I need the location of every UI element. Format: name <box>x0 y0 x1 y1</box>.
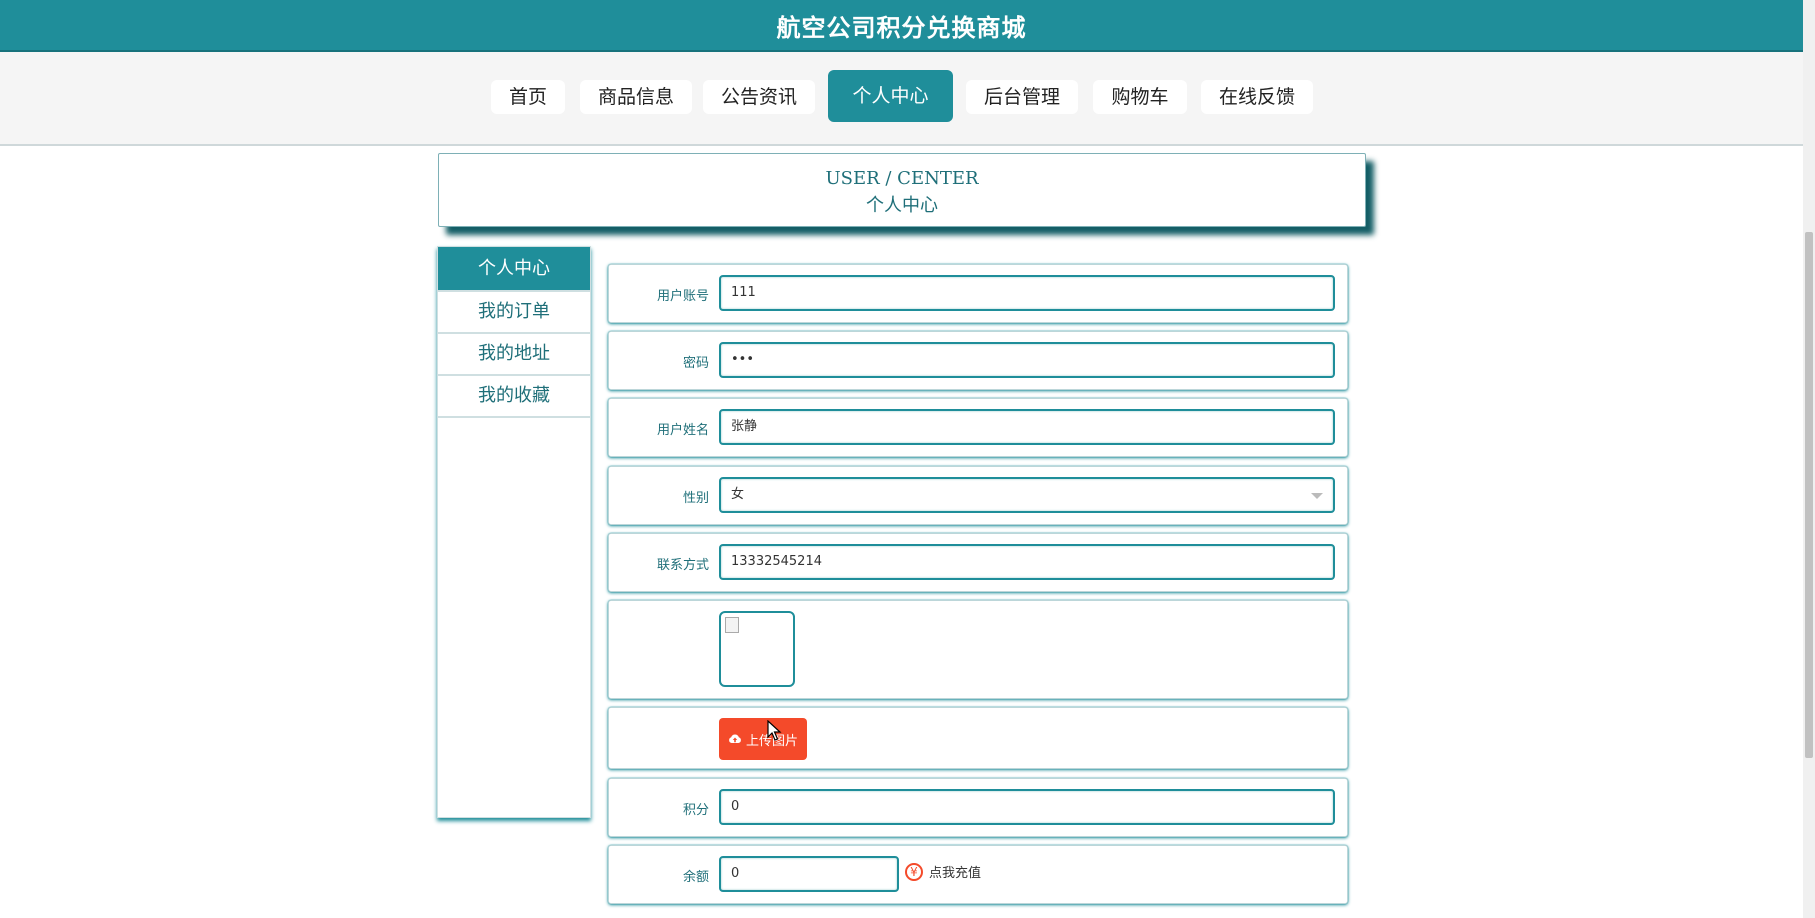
form-row-gender: 性别 女 <box>608 466 1348 525</box>
nav-item-user-center[interactable]: 个人中心 <box>828 70 953 122</box>
nav-item-home[interactable]: 首页 <box>491 80 565 114</box>
password-input[interactable]: ••• <box>719 342 1335 378</box>
side-item-user-center[interactable]: 个人中心 <box>438 247 590 292</box>
recharge-link[interactable]: ¥ 点我充值 <box>905 862 981 881</box>
avatar-image[interactable] <box>719 611 795 687</box>
form-row-points: 积分 0 <box>608 778 1348 837</box>
nav-item-products[interactable]: 商品信息 <box>580 80 692 114</box>
account-label: 用户账号 <box>656 289 709 304</box>
form-row-name: 用户姓名 张静 <box>608 398 1348 457</box>
phone-input[interactable]: 13332545214 <box>719 544 1335 580</box>
main-nav: 首页 商品信息 公告资讯 个人中心 后台管理 购物车 在线反馈 <box>0 52 1803 146</box>
side-item-favorites[interactable]: 我的收藏 <box>438 376 590 418</box>
password-label: 密码 <box>682 356 709 371</box>
site-title: 航空公司积分兑换商城 <box>776 13 1027 42</box>
scrollbar-thumb[interactable] <box>1805 232 1813 758</box>
nav-item-admin[interactable]: 后台管理 <box>966 80 1078 114</box>
nav-item-news[interactable]: 公告资讯 <box>703 80 815 114</box>
broken-image-icon <box>725 617 739 633</box>
gender-label: 性别 <box>682 491 709 506</box>
side-item-orders[interactable]: 我的订单 <box>438 292 590 334</box>
section-header-cn: 个人中心 <box>866 195 938 216</box>
form-row-upload: 上传图片 <box>608 707 1348 769</box>
top-bar: 航空公司积分兑换商城 <box>0 0 1803 52</box>
nav-item-feedback[interactable]: 在线反馈 <box>1201 80 1313 114</box>
mouse-pointer-icon <box>767 719 783 746</box>
balance-label: 余额 <box>682 870 709 885</box>
name-label: 用户姓名 <box>656 423 709 438</box>
gender-select-value: 女 <box>731 487 745 502</box>
name-input[interactable]: 张静 <box>719 409 1335 445</box>
page-scrollbar[interactable] <box>1803 0 1815 918</box>
nav-item-cart[interactable]: 购物车 <box>1093 80 1187 114</box>
phone-label: 联系方式 <box>656 558 709 573</box>
side-item-address[interactable]: 我的地址 <box>438 334 590 376</box>
form-row-phone: 联系方式 13332545214 <box>608 533 1348 592</box>
side-menu: 个人中心 我的订单 我的地址 我的收藏 <box>437 246 591 818</box>
form-row-balance: 余额 0 ¥ 点我充值 <box>608 845 1348 904</box>
recharge-label: 点我充值 <box>929 866 982 881</box>
points-label: 积分 <box>682 803 709 818</box>
account-input[interactable]: 111 <box>719 275 1335 311</box>
points-input[interactable]: 0 <box>719 789 1335 825</box>
yen-icon: ¥ <box>905 862 923 881</box>
section-header-en: USER / CENTER <box>825 168 979 189</box>
form-row-password: 密码 ••• <box>608 331 1348 390</box>
upload-image-button[interactable]: 上传图片 <box>719 718 807 760</box>
gender-select[interactable]: 女 <box>719 477 1335 513</box>
cloud-upload-icon <box>728 733 742 745</box>
chevron-down-icon <box>1311 493 1323 499</box>
balance-input[interactable]: 0 <box>719 856 899 892</box>
section-header: USER / CENTER 个人中心 <box>438 153 1366 227</box>
form-row-account: 用户账号 111 <box>608 264 1348 323</box>
form-row-avatar <box>608 600 1348 699</box>
